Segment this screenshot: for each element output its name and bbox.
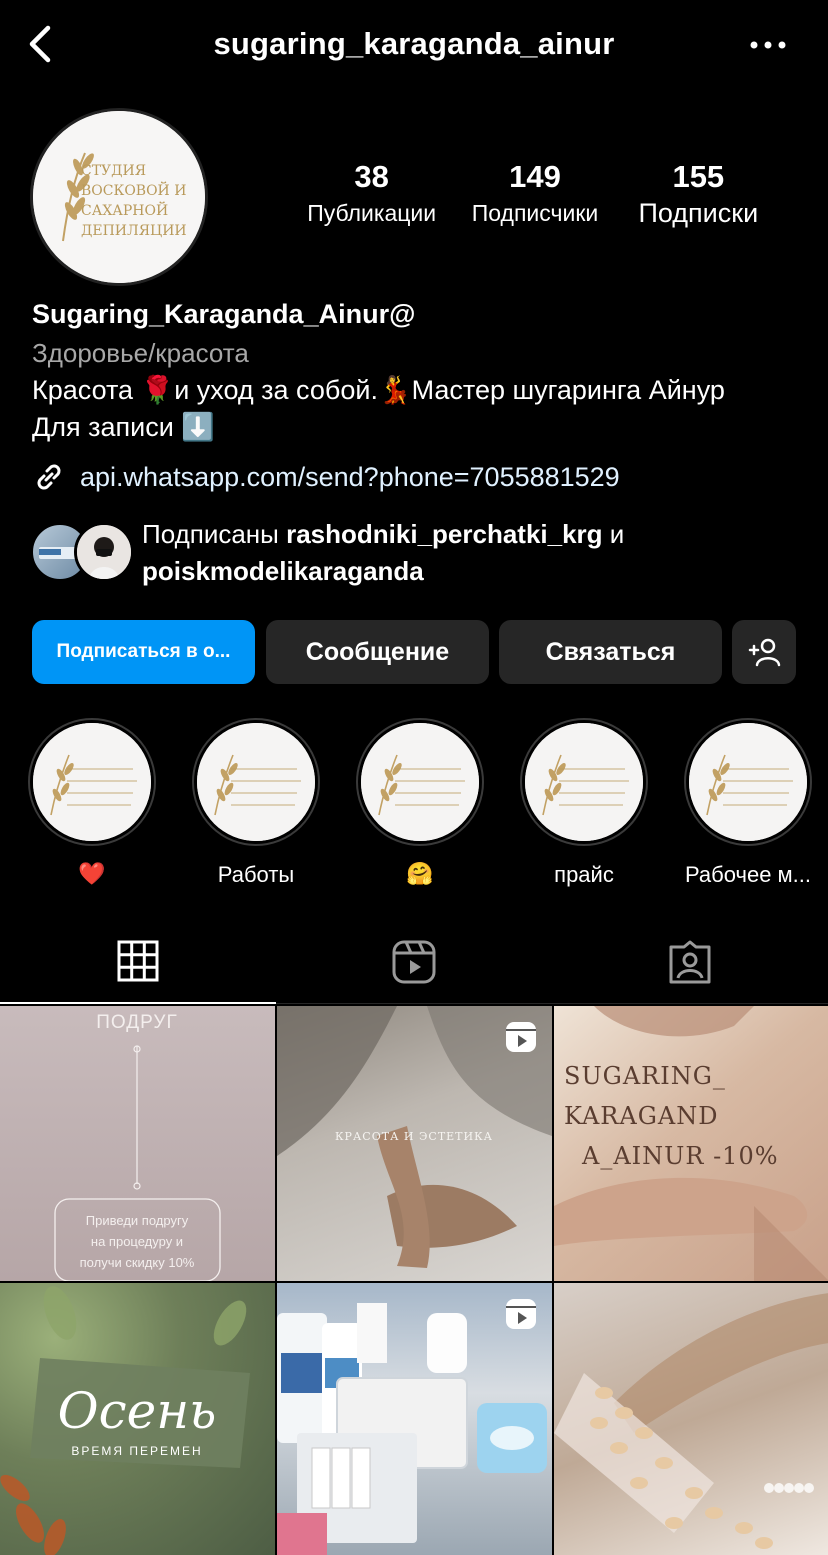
message-button[interactable]: Сообщение [266,620,489,684]
highlight-ring [28,718,156,846]
post-text: Приведи подругу [86,1213,189,1228]
post-text: SUGARING_ [564,1062,726,1090]
profile-username: sugaring_karaganda_ainur [213,26,615,61]
bio-text: Мастер шугаринга Айнур [411,375,725,405]
highlight-label: Работы [217,862,295,887]
stat-value: 149 [509,159,561,194]
logo-line: СТУДИЯ [81,163,146,179]
followed-by-text: Подписаны rashodniki_perchatki_krg и poi… [142,516,624,590]
contact-button[interactable]: Связаться [499,620,722,684]
highlight-cover [689,723,807,841]
logo-line: САХАРНОЙ [81,200,168,219]
post-text: ВРЕМЯ ПЕРЕМЕН [71,1444,202,1458]
profile-stats: 38 Публикации 149 Подписчики 155 Подписк… [290,158,780,230]
reel-icon [506,1299,536,1329]
highlight-item[interactable]: Работы [181,718,331,888]
stat-value: 155 [672,159,725,194]
link-url: api.whatsapp.com/send?phone=7055881529 [80,461,620,492]
profile-tabs [0,920,828,1004]
post-thumbnail[interactable]: КРАСОТА И ЭСТЕТИКА [277,1006,552,1281]
logo-line: ВОСКОВОЙ И [81,180,186,199]
highlight-ring [356,718,484,846]
followed-joiner: и [602,519,625,549]
category-label: Здоровье/красота [32,338,249,368]
rose-emoji-icon: 🌹 [140,375,175,406]
post-thumbnail[interactable] [554,1283,828,1555]
followers-count[interactable]: 149 Подписчики [453,158,616,230]
grid-icon [117,940,159,982]
bio-line-1: Красота 🌹и уход за собой.💃Мастер шугарин… [32,372,812,409]
highlight-cover [361,723,479,841]
post-thumbnail[interactable]: SUGARING_ KARAGAND A_AINUR -10% [554,1006,828,1281]
highlight-item[interactable]: Рабочее м... [673,718,823,888]
more-horizontal-icon [750,41,786,49]
highlight-ring [684,718,812,846]
follow-button[interactable]: Подписаться в о... [32,620,255,684]
stat-label: Публикации [307,200,437,226]
following-count[interactable]: 155 Подписки [617,158,780,230]
tagged-person-icon [669,940,711,984]
add-person-icon [748,638,781,667]
post-image: ПОДРУГ Приведи подругу на процедуру и по… [54,1012,221,1281]
highlight-cover [197,723,315,841]
highlight-label: Рабочее м... [684,862,812,887]
post-image: Осень ВРЕМЯ ПЕРЕМЕН [0,1286,250,1555]
logo-line: ДЕПИЛЯЦИИ [81,223,187,239]
stat-label: Подписчики [471,200,599,226]
post-thumbnail[interactable]: ПОДРУГ Приведи подругу на процедуру и по… [0,1006,275,1281]
followed-user-link[interactable]: rashodniki_perchatki_krg [286,519,602,549]
profile-actions: Подписаться в о... Сообщение Связаться [32,620,796,684]
bio-link[interactable]: api.whatsapp.com/send?phone=7055881529 [32,460,620,494]
post-text: Осень [58,1382,217,1440]
highlight-item[interactable]: прайс [509,718,659,888]
top-bar: sugaring_karaganda_ainur [0,0,828,90]
story-highlights: ❤️ Работы 🤗 прайс Рабочее м... [0,718,828,898]
post-thumbnail[interactable]: Осень ВРЕМЯ ПЕРЕМЕН [0,1283,275,1555]
bio-line-2: Для записи ⬇️ [32,409,812,446]
highlight-item[interactable]: 🤗 [345,718,495,887]
profile-avatar[interactable]: СТУДИЯ ВОСКОВОЙ И САХАРНОЙ ДЕПИЛЯЦИИ [30,108,208,286]
reels-icon [392,940,436,984]
posts-count[interactable]: 38 Публикации [290,158,453,230]
tab-tagged[interactable] [552,920,828,1004]
profile-bio: Sugaring_Karaganda_Ainur@ Здоровье/красо… [32,294,812,446]
followed-prefix: Подписаны [142,519,287,549]
post-text: A_AINUR -10% [581,1142,779,1170]
post-text: получи скидку 10% [80,1255,195,1270]
post-text: на процедуру и [91,1234,183,1249]
stat-value: 38 [354,159,389,194]
post-text: ПОДРУГ [96,1012,178,1033]
bio-text: и уход за собой. [174,375,378,405]
tab-reels[interactable] [276,920,552,1004]
suggested-users-button[interactable] [732,620,796,684]
follower-avatar [74,522,134,582]
post-thumbnail[interactable] [277,1283,552,1555]
tab-posts-grid[interactable] [0,920,276,1004]
studio-logo: СТУДИЯ ВОСКОВОЙ И САХАРНОЙ ДЕПИЛЯЦИИ [33,111,205,283]
more-options-button[interactable] [748,30,788,60]
highlight-item[interactable]: ❤️ [17,718,167,887]
highlight-ring [520,718,648,846]
display-name: Sugaring_Karaganda_Ainur@ [32,299,416,329]
bio-text: Для записи [32,412,182,442]
highlight-label: ❤️ [78,862,106,887]
highlight-ring [192,718,320,846]
post-image: SUGARING_ KARAGAND A_AINUR -10% [554,1006,828,1281]
highlight-label: прайс [554,862,614,887]
highlight-cover [33,723,151,841]
stat-label: Подписки [638,198,759,228]
link-icon [37,464,61,490]
down-arrow-emoji-icon: ⬇️ [181,412,215,443]
post-text: КРАСОТА И ЭСТЕТИКА [335,1130,493,1143]
followed-by[interactable]: Подписаны rashodniki_perchatki_krg и poi… [30,518,810,588]
highlight-label: 🤗 [406,862,434,887]
followed-user-link[interactable]: poiskmodelikaraganda [142,556,424,586]
highlight-cover [525,723,643,841]
reel-icon [506,1022,536,1052]
bio-text: Красота [32,375,141,405]
dancer-emoji-icon: 💃 [377,375,412,406]
post-text: KARAGAND [564,1102,718,1130]
post-image [554,1293,828,1549]
